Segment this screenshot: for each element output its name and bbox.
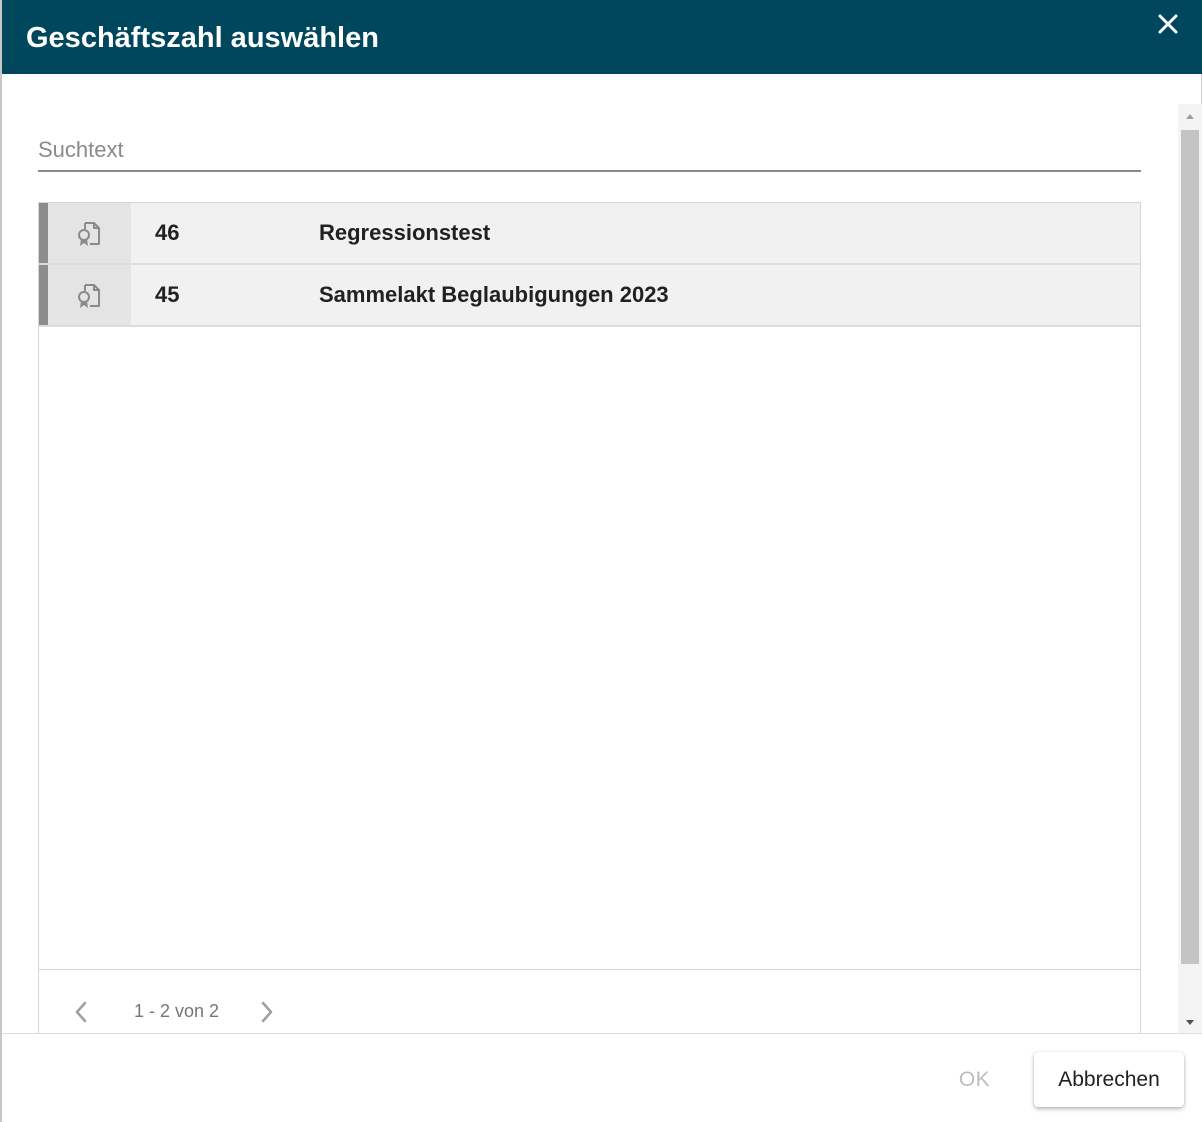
scroll-up-button[interactable] [1178, 104, 1202, 128]
scrollbar-thumb[interactable] [1181, 130, 1199, 964]
triangle-up-icon [1186, 114, 1194, 119]
row-marker [39, 265, 48, 325]
dialog-content: 46 Regressionstest 45 Sammelakt Beglaubi… [2, 74, 1202, 1034]
certificate-document-icon [78, 222, 100, 246]
row-marker [39, 203, 48, 263]
row-icon-cell [48, 265, 131, 325]
case-name: Sammelakt Beglaubigungen 2023 [319, 282, 669, 307]
close-icon [1158, 14, 1178, 34]
select-case-number-dialog: Geschäftszahl auswählen Suchtext 46 Regr… [0, 0, 1202, 1122]
dialog-header: Geschäftszahl auswählen [2, 0, 1202, 74]
dialog-title: Geschäftszahl auswählen [26, 22, 379, 54]
triangle-down-icon [1186, 1020, 1194, 1025]
ok-button[interactable]: OK [927, 1054, 1022, 1106]
scroll-down-button[interactable] [1178, 1010, 1202, 1034]
search-field [38, 128, 1141, 172]
close-button[interactable] [1150, 8, 1186, 44]
chevron-left-icon [75, 1001, 87, 1023]
dialog-footer: OK Abbrechen [2, 1033, 1202, 1122]
case-name: Regressionstest [319, 220, 491, 245]
search-input[interactable] [38, 128, 1141, 168]
list-item[interactable]: 46 Regressionstest [39, 203, 1140, 265]
previous-page-button[interactable] [71, 998, 91, 1026]
certificate-document-icon [78, 284, 100, 308]
chevron-right-icon [261, 1001, 273, 1023]
pagination-info: 1 - 2 von 2 [134, 1001, 220, 1021]
list-item[interactable]: 45 Sammelakt Beglaubigungen 2023 [39, 265, 1140, 327]
pagination: 1 - 2 von 2 [39, 969, 1140, 1034]
vertical-scrollbar[interactable] [1178, 104, 1202, 1034]
case-number: 45 [155, 282, 180, 307]
case-number: 46 [155, 220, 180, 245]
next-page-button[interactable] [257, 998, 277, 1026]
results-list: 46 Regressionstest 45 Sammelakt Beglaubi… [38, 202, 1141, 1034]
cancel-button[interactable]: Abbrechen [1034, 1052, 1184, 1107]
row-icon-cell [48, 203, 131, 263]
